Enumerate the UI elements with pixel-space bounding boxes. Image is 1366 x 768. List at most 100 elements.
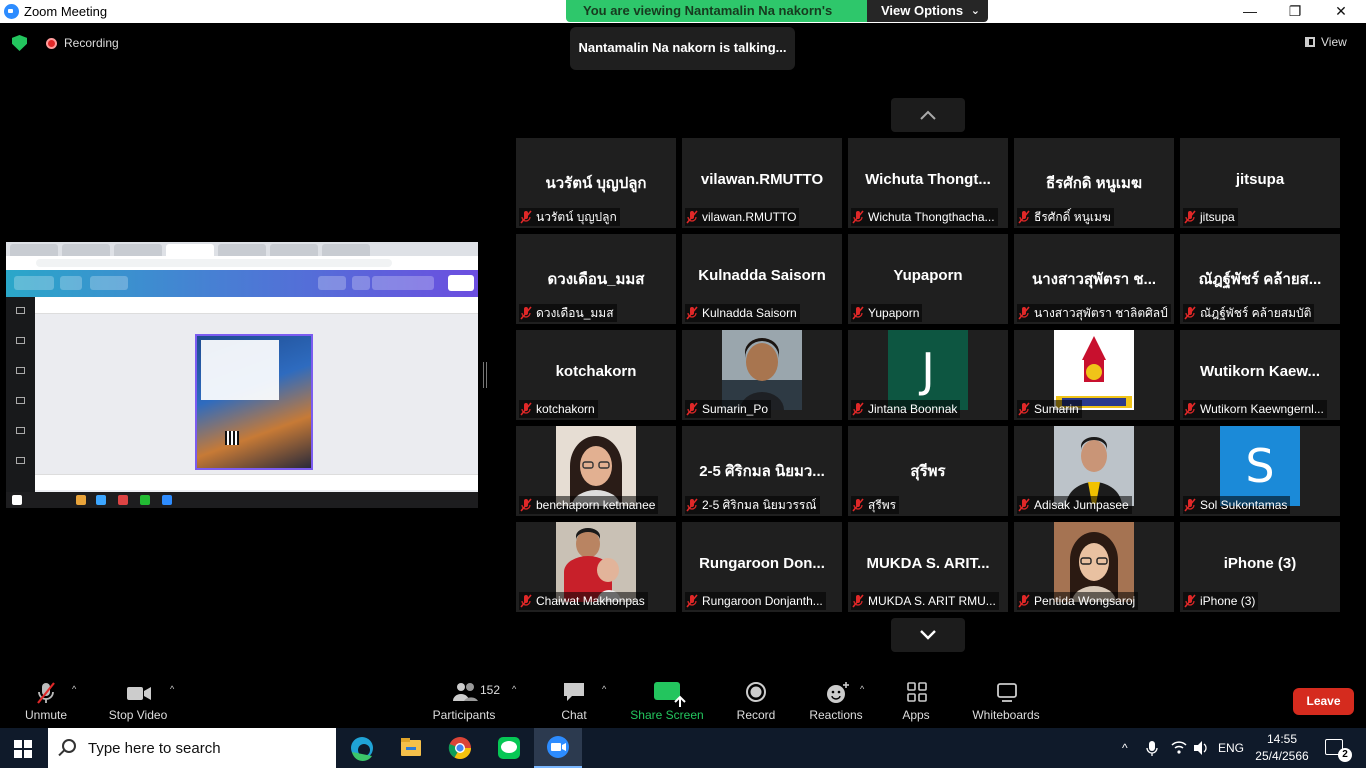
unmute-label: Unmute	[24, 708, 68, 722]
taskbar-search[interactable]: Type here to search	[48, 728, 336, 768]
participant-tile[interactable]: iPhone (3) iPhone (3)	[1180, 522, 1340, 612]
whiteboards-button[interactable]: Whiteboards	[966, 670, 1046, 728]
close-icon[interactable]: ✕	[1318, 0, 1364, 23]
participant-name: 2-5 ศิริกมล นิยมวรรณ์	[685, 496, 820, 514]
participant-tile[interactable]: Adisak Jumpasee	[1014, 426, 1174, 516]
canva-statusbar	[35, 474, 478, 490]
canva-subbar	[35, 297, 478, 314]
apps-button[interactable]: Apps	[890, 670, 942, 728]
whiteboard-icon	[997, 683, 1017, 702]
reactions-icon	[827, 682, 849, 703]
language-indicator[interactable]: ENG	[1218, 728, 1244, 768]
audio-options-caret[interactable]: ^	[72, 670, 84, 728]
view-options-button[interactable]: View Options ⌄	[867, 0, 988, 22]
participant-tile[interactable]: นางสาวสุพัตรา ช... นางสาวสุพัตรา ชาลิตศิล…	[1014, 234, 1174, 324]
file-explorer-icon[interactable]	[387, 728, 435, 768]
participant-tile[interactable]: Wichuta Thongt... Wichuta Thongthacha...	[848, 138, 1008, 228]
view-options-label: View Options	[881, 3, 964, 18]
wifi-icon[interactable]	[1170, 728, 1188, 768]
participant-name: benchaporn ketmanee	[519, 496, 659, 514]
participant-tile[interactable]: สุรีพร สุรีพร	[848, 426, 1008, 516]
splitter-handle[interactable]	[483, 362, 487, 388]
participant-display-name: 2-5 ศิริกมล นิยมว...	[699, 463, 825, 480]
search-placeholder: Type here to search	[88, 740, 221, 757]
zoom-taskbar-icon[interactable]	[534, 728, 582, 768]
poster-design	[195, 334, 313, 470]
reactions-button[interactable]: Reactions	[806, 670, 866, 728]
unmute-button[interactable]: Unmute	[12, 670, 80, 728]
window-title: Zoom Meeting	[24, 4, 108, 19]
chevron-down-icon: ⌄	[970, 5, 980, 17]
participant-tile[interactable]: Chaiwat Makhonpas	[516, 522, 676, 612]
participant-tile[interactable]: Kulnadda Saisorn Kulnadda Saisorn	[682, 234, 842, 324]
participant-tile[interactable]: benchaporn ketmanee	[516, 426, 676, 516]
participant-tile[interactable]: Sumarin_Po	[682, 330, 842, 420]
chat-options-caret[interactable]: ^	[602, 670, 614, 728]
gallery-next-button[interactable]	[891, 618, 965, 652]
share-screen-button[interactable]: Share Screen	[630, 670, 704, 728]
participant-tile[interactable]: ดวงเดือน_มมส ดวงเดือน_มมส	[516, 234, 676, 324]
participant-tile[interactable]: Pentida Wongsaroj	[1014, 522, 1174, 612]
chrome-icon[interactable]	[436, 728, 484, 768]
notification-count: 2	[1338, 748, 1352, 762]
apps-label: Apps	[902, 708, 930, 722]
participant-name: Wutikorn Kaewngernl...	[1183, 400, 1327, 418]
participant-tile[interactable]: MUKDA S. ARIT... MUKDA S. ARIT RMU...	[848, 522, 1008, 612]
qr-code-icon	[225, 431, 239, 445]
participant-name: Kulnadda Saisorn	[685, 304, 800, 322]
canva-header	[6, 270, 478, 297]
participant-display-name: Kulnadda Saisorn	[698, 267, 826, 284]
participant-tile[interactable]: ณัฎฐ์พัชร์ คล้ายส... ณัฎฐ์พัชร์ คล้ายสมบั…	[1180, 234, 1340, 324]
chevron-up-icon	[920, 110, 936, 120]
record-button[interactable]: Record	[728, 670, 784, 728]
security-shield-icon[interactable]	[12, 35, 27, 51]
edge-icon[interactable]	[338, 728, 386, 768]
whiteboards-label: Whiteboards	[972, 708, 1040, 722]
stop-video-button[interactable]: Stop Video	[104, 670, 172, 728]
tray-overflow-icon[interactable]: ^	[1122, 728, 1128, 768]
volume-icon[interactable]	[1192, 728, 1210, 768]
taskbar-clock[interactable]: 14:55 25/4/2566	[1254, 731, 1310, 765]
restore-icon[interactable]: ❐	[1272, 0, 1318, 23]
participant-tile[interactable]: 2-5 ศิริกมล นิยมว... 2-5 ศิริกมล นิยมวรรณ…	[682, 426, 842, 516]
reactions-options-caret[interactable]: ^	[860, 670, 872, 728]
tray-mic-icon[interactable]	[1146, 728, 1158, 768]
participants-button[interactable]: 152 Participants	[428, 670, 500, 728]
participant-tile[interactable]: S Sol Sukontamas	[1180, 426, 1340, 516]
search-icon	[62, 739, 76, 753]
participant-tile[interactable]: J Jintana Boonnak	[848, 330, 1008, 420]
leave-button[interactable]: Leave	[1293, 688, 1354, 715]
meeting-toolbar: Unmute ^ Stop Video ^ 152 Participants ^…	[0, 670, 1366, 728]
participants-options-caret[interactable]: ^	[512, 670, 524, 728]
participants-label: Participants	[432, 708, 496, 722]
participant-tile[interactable]: Sumarin	[1014, 330, 1174, 420]
participant-display-name: Wutikorn Kaew...	[1199, 363, 1320, 380]
participant-name: นวรัตน์ บุญปลูก	[519, 208, 620, 226]
video-options-caret[interactable]: ^	[170, 670, 182, 728]
windows-start-icon[interactable]	[14, 740, 32, 758]
participant-tile[interactable]: jitsupa jitsupa	[1180, 138, 1340, 228]
browser-address-bar	[6, 256, 478, 270]
participant-tile[interactable]: นวรัตน์ บุญปลูก นวรัตน์ บุญปลูก	[516, 138, 676, 228]
view-button[interactable]: View	[1305, 35, 1347, 49]
line-app-icon[interactable]	[485, 728, 533, 768]
participant-name: Sol Sukontamas	[1183, 496, 1291, 514]
clock-date: 25/4/2566	[1255, 749, 1309, 763]
participant-tile[interactable]: vilawan.RMUTTO vilawan.RMUTTO	[682, 138, 842, 228]
participant-display-name: นวรัตน์ บุญปลูก	[545, 175, 647, 192]
recording-icon	[46, 38, 57, 49]
participant-name: Adisak Jumpasee	[1017, 496, 1132, 514]
share-screen-label: Share Screen	[630, 708, 704, 722]
chat-button[interactable]: Chat	[548, 670, 600, 728]
minimize-icon[interactable]: —	[1227, 0, 1273, 23]
participant-tile[interactable]: Yupaporn Yupaporn	[848, 234, 1008, 324]
participant-display-name: kotchakorn	[555, 363, 637, 380]
participant-tile[interactable]: ธีรศักดิ หนูเมฆ ธีรศักดิ์ หนูเมฆ	[1014, 138, 1174, 228]
view-layout-icon	[1305, 37, 1315, 47]
participant-tile[interactable]: Rungaroon Don... Rungaroon Donjanth...	[682, 522, 842, 612]
participant-tile[interactable]: kotchakorn kotchakorn	[516, 330, 676, 420]
shared-screen[interactable]	[6, 242, 478, 508]
participant-video	[1054, 330, 1134, 410]
gallery-prev-button[interactable]	[891, 98, 965, 132]
participant-tile[interactable]: Wutikorn Kaew... Wutikorn Kaewngernl...	[1180, 330, 1340, 420]
